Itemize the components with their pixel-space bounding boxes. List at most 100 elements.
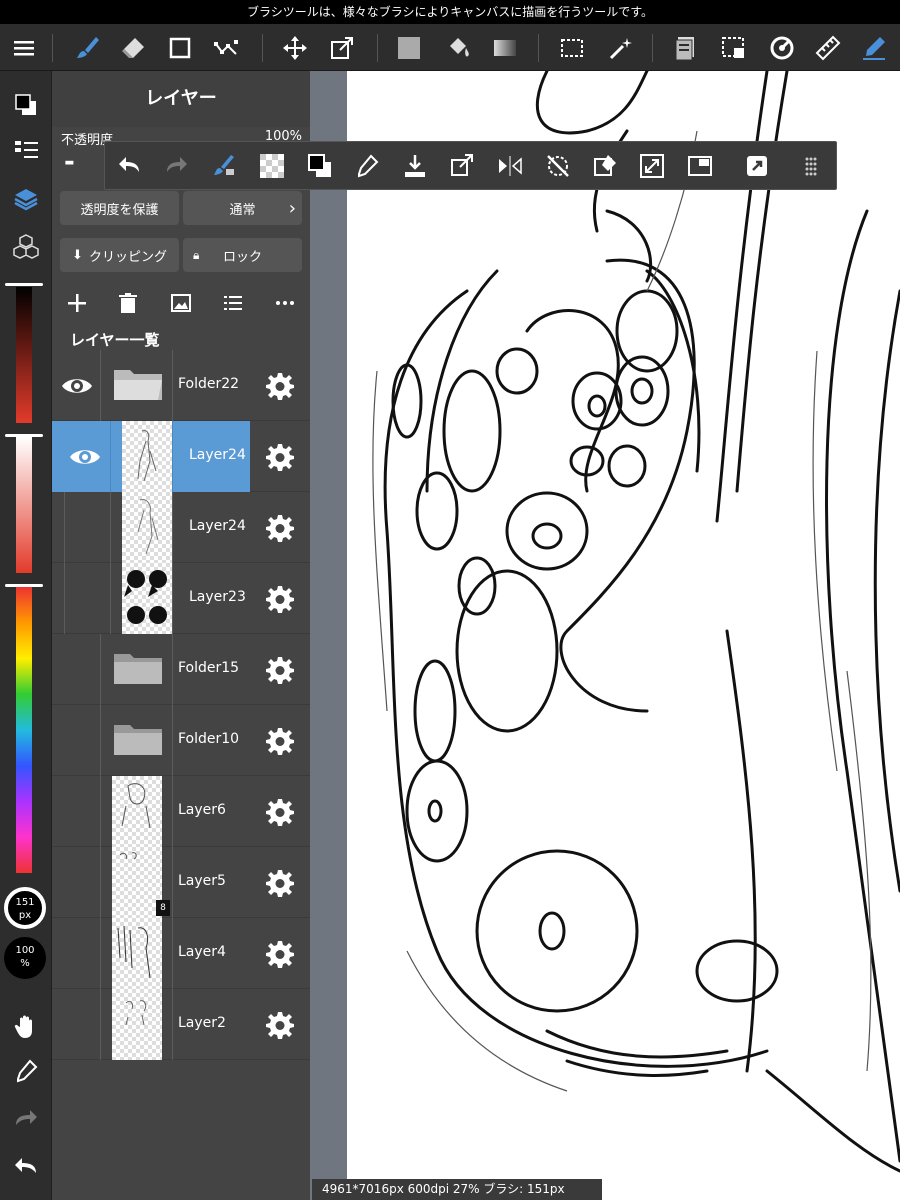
layer-row[interactable]: Folder15	[52, 634, 310, 705]
gear-icon[interactable]	[265, 655, 295, 685]
row-divider	[100, 918, 101, 989]
brush-icon[interactable]	[70, 30, 106, 66]
gradient-icon[interactable]	[487, 30, 523, 66]
row-divider	[172, 492, 173, 563]
eye-icon[interactable]	[60, 369, 94, 403]
layer-name: Folder22	[178, 376, 240, 392]
vector-icon[interactable]	[208, 30, 244, 66]
eyedropper-icon[interactable]	[351, 150, 383, 182]
layer-list-icon[interactable]	[219, 289, 247, 317]
transparent-fill-icon[interactable]	[256, 150, 288, 182]
lock-button[interactable]: 🔒︎ ロック	[183, 238, 302, 272]
gear-icon[interactable]	[265, 868, 295, 898]
flip-horizontal-icon[interactable]	[494, 150, 526, 182]
brush-eraser-toggle-icon[interactable]	[208, 150, 240, 182]
lock-icon: 🔒︎	[193, 247, 200, 262]
more-options-icon[interactable]	[271, 289, 299, 317]
select-rect-icon[interactable]	[554, 30, 590, 66]
undo-icon[interactable]	[8, 1149, 44, 1185]
redo-icon[interactable]	[8, 1101, 44, 1137]
delete-layer-icon[interactable]	[114, 289, 142, 317]
saturation-slider[interactable]	[16, 437, 32, 573]
magic-wand-icon[interactable]	[603, 30, 639, 66]
eraser-icon[interactable]	[115, 30, 151, 66]
row-divider	[172, 563, 173, 634]
canvas-area[interactable]	[310, 71, 900, 1200]
layer-row[interactable]: Layer6	[52, 776, 310, 847]
shape-icon[interactable]	[162, 30, 198, 66]
layer-thumbnail	[112, 918, 162, 989]
ruler-icon[interactable]	[810, 30, 846, 66]
swap-colors-icon[interactable]	[304, 150, 336, 182]
clipping-label: クリッピング	[88, 249, 167, 265]
folder-icon	[114, 654, 162, 684]
add-layer-icon[interactable]	[63, 289, 91, 317]
pen-icon[interactable]	[856, 30, 892, 66]
rotate-icon[interactable]	[764, 30, 800, 66]
blend-mode-button[interactable]: 通常 ›	[183, 191, 302, 225]
slider-handle[interactable]	[5, 283, 43, 286]
bucket-icon[interactable]	[440, 30, 476, 66]
image-layer-icon[interactable]	[167, 289, 195, 317]
move-icon[interactable]	[277, 30, 313, 66]
share-icon[interactable]	[741, 150, 773, 182]
floating-toolbar	[104, 141, 837, 190]
transform-icon[interactable]	[324, 30, 360, 66]
rotate-off-icon[interactable]	[542, 150, 574, 182]
gear-icon[interactable]	[265, 797, 295, 827]
gear-icon[interactable]	[265, 1010, 295, 1040]
redo-icon[interactable]	[160, 150, 192, 182]
layer-panel-icon[interactable]	[8, 181, 44, 217]
gear-icon[interactable]	[265, 584, 295, 614]
row-divider	[172, 634, 173, 705]
layer-row[interactable]: Folder22	[52, 350, 310, 421]
clear-layer-icon[interactable]	[589, 150, 621, 182]
color-swatch-icon[interactable]	[8, 87, 44, 123]
layer-name: Folder10	[178, 731, 240, 747]
layer-name: Layer6	[178, 802, 226, 818]
hand-icon[interactable]	[8, 1009, 44, 1045]
brush-settings-icon[interactable]	[8, 133, 44, 169]
import-icon[interactable]	[399, 150, 431, 182]
undo-icon[interactable]	[114, 150, 146, 182]
layer-row[interactable]: Layer23	[52, 563, 310, 634]
layer-row[interactable]: Folder10	[52, 705, 310, 776]
gear-icon[interactable]	[265, 939, 295, 969]
layer-row-selected[interactable]: Layer24	[52, 421, 310, 492]
row-divider	[172, 918, 173, 989]
layer-row[interactable]: Layer24	[52, 492, 310, 563]
eyedropper-icon[interactable]	[8, 1053, 44, 1089]
gear-icon[interactable]	[265, 513, 295, 543]
layer-row[interactable]: Layer2	[52, 989, 310, 1060]
layer-row[interactable]: Layer4	[52, 918, 310, 989]
window-icon[interactable]	[684, 150, 716, 182]
opacity-decrease-button[interactable]: -	[64, 147, 75, 177]
drawing-canvas[interactable]	[347, 71, 900, 1200]
brush-opacity-indicator[interactable]: 100%	[4, 937, 46, 979]
status-message: ブラシツールは、様々なブラシによりキャンバスに描画を行うツールです。	[0, 0, 900, 24]
layer-row[interactable]: 8 Layer5	[52, 847, 310, 918]
clipping-button[interactable]: ⬇ クリッピング	[60, 238, 179, 272]
slider-handle[interactable]	[5, 584, 43, 587]
app-root: ブラシツールは、様々なブラシによりキャンバスに描画を行うツールです。 151 p…	[0, 0, 900, 1200]
gear-icon[interactable]	[265, 726, 295, 756]
row-divider	[172, 421, 173, 492]
slider-handle[interactable]	[5, 434, 43, 437]
blend-mode-label: 通常	[229, 202, 256, 218]
hue-slider[interactable]	[16, 587, 32, 873]
brightness-slider[interactable]	[16, 287, 32, 423]
protect-alpha-button[interactable]: 透明度を保護	[60, 191, 179, 225]
selection-icon[interactable]	[716, 30, 752, 66]
clipping-arrow-icon: ⬇	[72, 247, 83, 263]
materials-icon[interactable]	[8, 229, 44, 265]
gear-icon[interactable]	[265, 371, 295, 401]
fill-color-icon[interactable]	[391, 30, 427, 66]
gear-icon[interactable]	[265, 442, 295, 472]
brush-size-indicator[interactable]: 151 px	[4, 887, 46, 929]
eye-icon[interactable]	[68, 440, 102, 474]
drag-handle-icon[interactable]	[795, 150, 827, 182]
layers-icon[interactable]	[667, 30, 703, 66]
transform-icon[interactable]	[446, 150, 478, 182]
menu-icon[interactable]	[6, 30, 42, 66]
fit-screen-icon[interactable]	[636, 150, 668, 182]
